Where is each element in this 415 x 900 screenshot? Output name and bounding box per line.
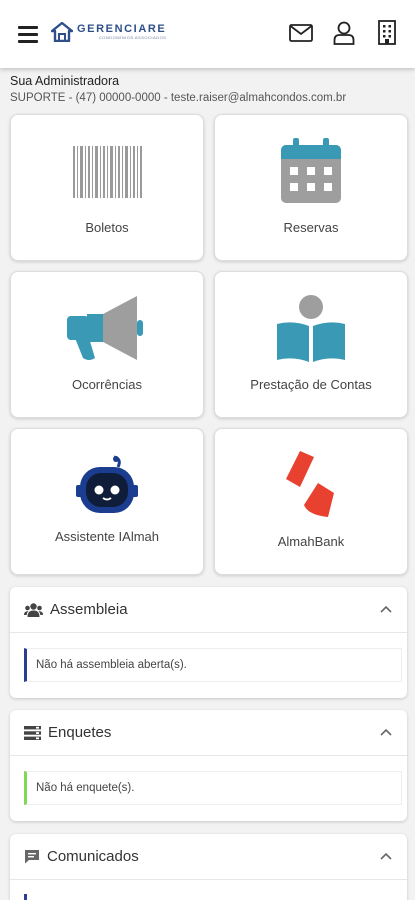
- chevron-up-icon[interactable]: [379, 602, 393, 616]
- tile-label: Assistente IAlmah: [54, 529, 160, 544]
- panel-title: Enquetes: [48, 724, 112, 741]
- barcode-icon: [11, 146, 203, 198]
- panel-enquetes: Enquetes Não há enquete(s).: [10, 710, 407, 821]
- app-logo: GERENCIARE CONDOMÍNIOS ASSOCIADOS: [51, 22, 166, 42]
- notice-enquetes: Não há enquete(s).: [24, 771, 402, 805]
- tile-label: Boletos: [85, 220, 129, 235]
- tile-label: AlmahBank: [277, 534, 345, 549]
- panel-header-comunicados[interactable]: Comunicados: [10, 834, 407, 880]
- robot-icon: [11, 455, 203, 517]
- logo-tagline: CONDOMÍNIOS ASSOCIADOS: [98, 35, 167, 40]
- top-app-bar: GERENCIARE CONDOMÍNIOS ASSOCIADOS: [0, 0, 415, 68]
- notice-assembleia: Não há assembleia aberta(s).: [24, 648, 402, 682]
- chevron-up-icon[interactable]: [379, 849, 393, 863]
- user-icon[interactable]: [330, 19, 358, 47]
- megaphone-icon: [11, 294, 203, 362]
- users-icon: [24, 602, 43, 617]
- mail-icon[interactable]: [287, 19, 315, 47]
- panel-header-enquetes[interactable]: Enquetes: [10, 710, 407, 756]
- panel-title: Assembleia: [50, 601, 128, 618]
- tile-boletos[interactable]: Boletos: [10, 114, 204, 261]
- tile-label: Ocorrências: [71, 377, 143, 392]
- tile-reservas[interactable]: Reservas: [214, 114, 408, 261]
- panel-title: Comunicados: [47, 848, 139, 865]
- tile-label: Prestação de Contas: [250, 377, 372, 392]
- tile-ocorrencias[interactable]: Ocorrências: [10, 271, 204, 418]
- tile-prestacao-de-contas[interactable]: Prestação de Contas: [214, 271, 408, 418]
- tile-almahbank[interactable]: AlmahBank: [214, 428, 408, 575]
- notice-text: Não há assembleia aberta(s).: [36, 659, 187, 671]
- reading-person-icon: [215, 294, 407, 364]
- administrator-info: Sua Administradora SUPORTE - (47) 00000-…: [10, 73, 410, 106]
- calendar-icon: [215, 137, 407, 205]
- tile-assistente-ialmah[interactable]: Assistente IAlmah: [10, 428, 204, 575]
- tile-label: Reservas: [283, 220, 339, 235]
- menu-icon[interactable]: [18, 26, 38, 43]
- notice-text: Não há enquete(s).: [36, 782, 135, 794]
- list-icon: [24, 725, 41, 740]
- chevron-up-icon[interactable]: [379, 725, 393, 739]
- chat-icon: [25, 850, 39, 864]
- administrator-title: Sua Administradora: [10, 74, 120, 88]
- panel-comunicados: Comunicados: [10, 834, 407, 900]
- panel-header-assembleia[interactable]: Assembleia: [10, 587, 407, 633]
- administrator-contact: SUPORTE - (47) 00000-0000 - teste.raiser…: [10, 92, 347, 104]
- house-logo-icon: [51, 22, 73, 42]
- panel-assembleia: Assembleia Não há assembleia aberta(s).: [10, 587, 407, 698]
- notice-accent-bar: [24, 894, 27, 900]
- logo-name: GERENCIARE: [77, 23, 167, 35]
- almahbank-logo-icon: [215, 449, 407, 519]
- building-icon[interactable]: [373, 19, 401, 47]
